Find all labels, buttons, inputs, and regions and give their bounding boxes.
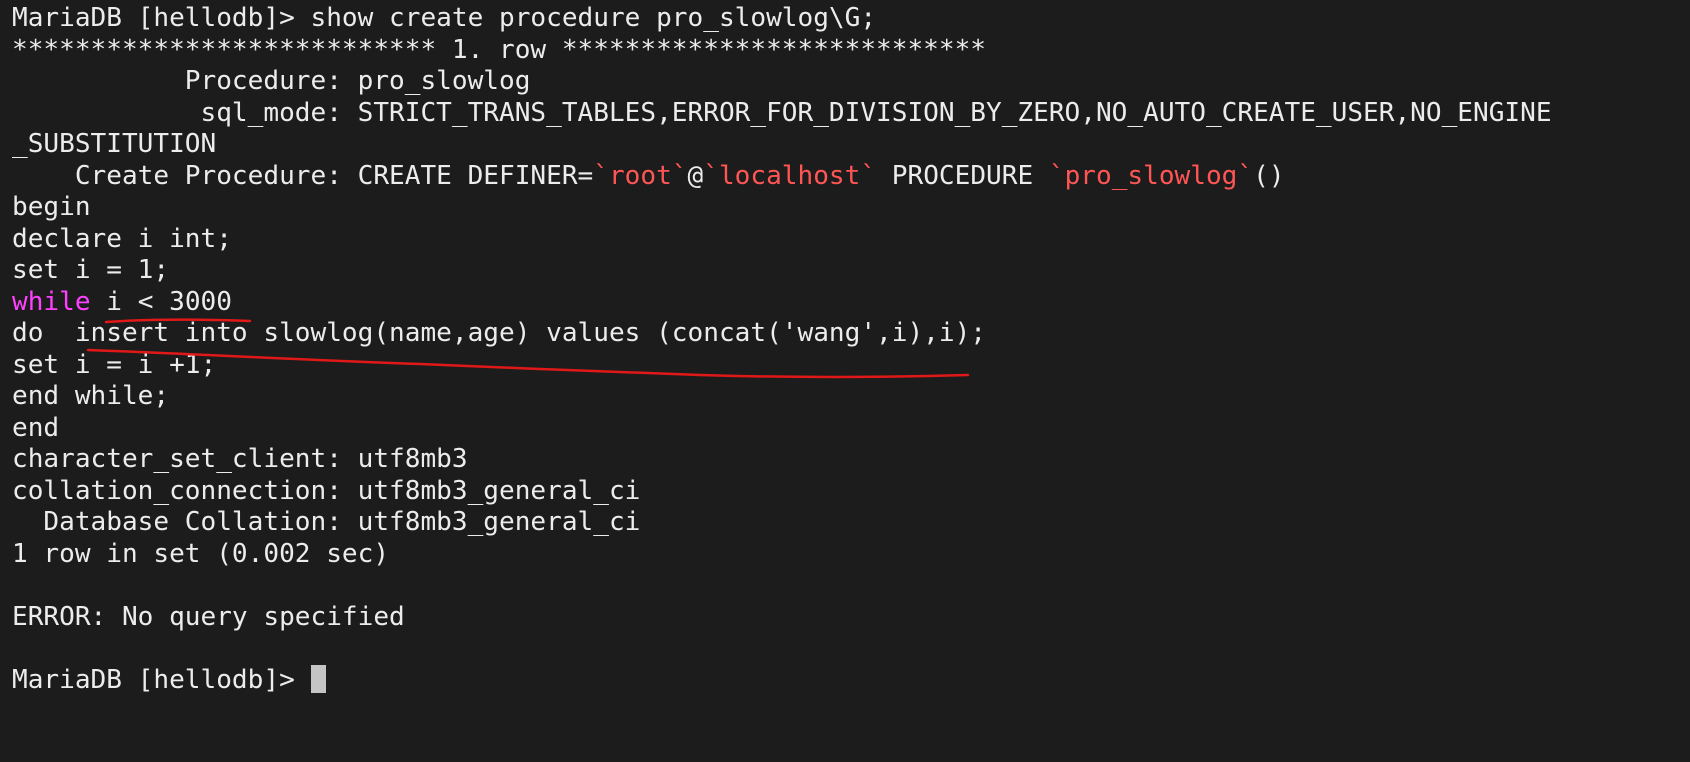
terminal-line: while i < 3000 (12, 287, 1552, 319)
text-segment: begin (12, 192, 91, 222)
terminal-line: ERROR: No query specified (12, 602, 1552, 634)
text-segment: character_set_client: utf8mb3 (12, 444, 468, 474)
text-segment: Procedure: pro_slowlog (12, 66, 531, 96)
terminal-line: Create Procedure: CREATE DEFINER=`root`@… (12, 161, 1552, 193)
text-segment: set i = i +1; (12, 349, 217, 380)
text-segment: MariaDB [hellodb]> show create procedure… (12, 3, 877, 33)
text-segment: ERROR: No query specified (12, 601, 405, 632)
text-keyword: while (12, 286, 91, 317)
text-segment: do insert into slowlog(name,age) values … (12, 318, 987, 348)
text-segment: sql_mode: STRICT_TRANS_TABLES,ERROR_FOR_… (12, 97, 1552, 128)
text-segment: i < 3000 (90, 286, 232, 317)
terminal-line: MariaDB [hellodb]> (12, 664, 1552, 697)
cursor-block (310, 664, 326, 693)
terminal-line: sql_mode: STRICT_TRANS_TABLES,ERROR_FOR_… (12, 98, 1552, 130)
terminal-line: end (12, 413, 1552, 445)
terminal-line: begin (12, 192, 1552, 224)
terminal-line: set i = i +1; (12, 350, 1552, 382)
text-identifier: `localhost` (703, 160, 877, 191)
text-segment: end (12, 412, 60, 443)
terminal-line: end while; (12, 381, 1552, 413)
text-segment: MariaDB [hellodb]> (12, 664, 311, 695)
terminal-line: Database Collation: utf8mb3_general_ci (12, 507, 1552, 539)
text-segment: *************************** 1. row *****… (12, 34, 987, 65)
terminal-line: set i = 1; (12, 255, 1552, 287)
terminal-line: *************************** 1. row *****… (12, 35, 1552, 67)
terminal-line: declare i int; (12, 224, 1552, 256)
text-segment: PROCEDURE (876, 160, 1049, 191)
text-segment: set i = 1; (12, 255, 170, 285)
terminal-line: character_set_client: utf8mb3 (12, 444, 1552, 476)
text-segment: Database Collation: utf8mb3_general_ci (12, 507, 641, 537)
text-identifier: `pro_slowlog` (1048, 160, 1254, 191)
text-segment: () (1253, 160, 1285, 191)
text-segment: 1 row in set (0.002 sec) (12, 538, 390, 569)
text-segment: Create Procedure: CREATE DEFINER= (12, 160, 594, 191)
terminal-line: 1 row in set (0.002 sec) (12, 539, 1552, 571)
text-segment: _SUBSTITUTION (12, 129, 217, 159)
terminal-line: _SUBSTITUTION (12, 129, 1552, 161)
text-segment: collation_connection: utf8mb3_general_ci (12, 475, 641, 506)
text-segment: end while; (12, 381, 170, 411)
text-segment: @ (687, 160, 704, 191)
terminal-output[interactable]: MariaDB [hellodb]> show create procedure… (12, 3, 1552, 696)
text-identifier: `root` (593, 160, 688, 191)
terminal-line: do insert into slowlog(name,age) values … (12, 318, 1552, 350)
text-segment: declare i int; (12, 223, 232, 254)
terminal-line: Procedure: pro_slowlog (12, 66, 1552, 98)
terminal-line: MariaDB [hellodb]> show create procedure… (12, 3, 1552, 35)
terminal-line: collation_connection: utf8mb3_general_ci (12, 476, 1552, 508)
